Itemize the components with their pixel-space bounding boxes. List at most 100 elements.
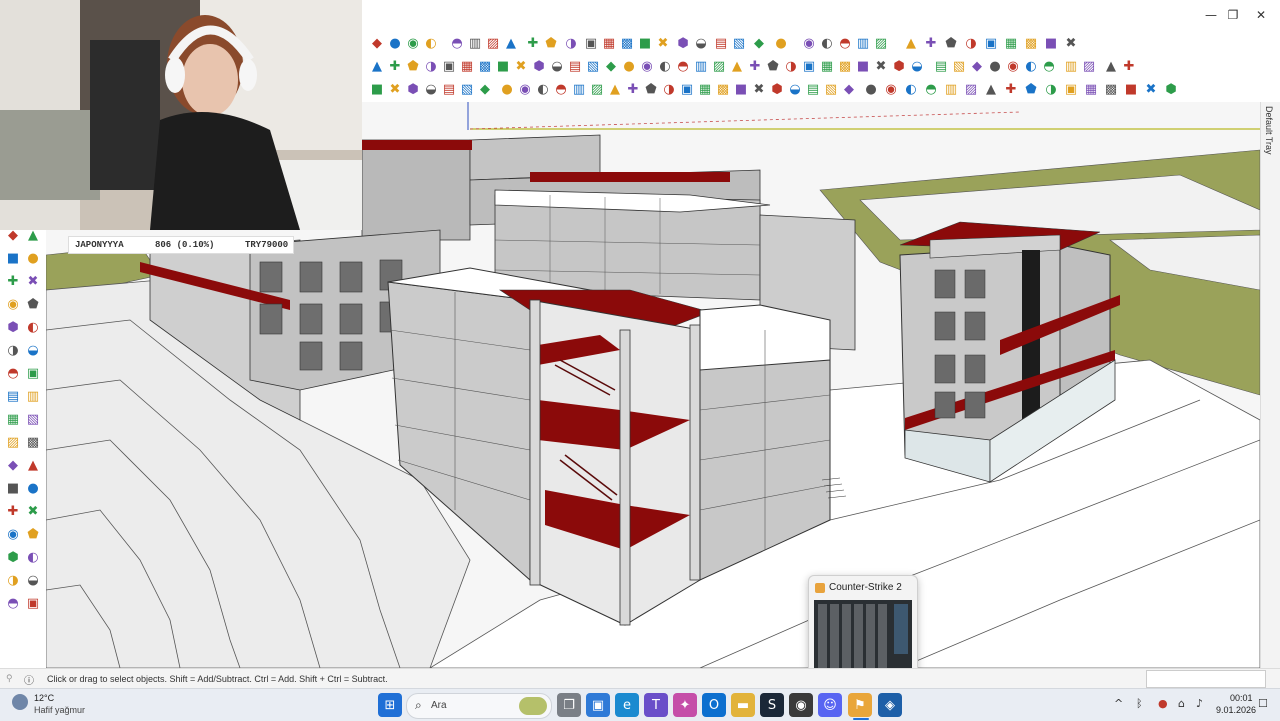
bluetooth-icon[interactable]: ᛒ [1136,697,1143,710]
toolbar-tool-icon[interactable]: ◐ [534,80,552,98]
toolbar-tool-icon[interactable]: ◆ [476,80,494,98]
palette-tool-icon[interactable]: ◓ [4,594,22,612]
toolbar-tool-icon[interactable]: ▤ [566,57,584,75]
toolbar-tool-icon[interactable]: ■ [494,57,512,75]
toolbar-tool-icon[interactable]: ✖ [750,80,768,98]
toolbar-tool-icon[interactable]: ▦ [696,80,714,98]
toolbar-tool-icon[interactable]: ▦ [818,57,836,75]
toolbar-tool-icon[interactable]: ■ [368,80,386,98]
palette-tool-icon[interactable]: ● [24,249,42,267]
toolbar-tool-icon[interactable]: ▤ [440,80,458,98]
toolbar-tool-icon[interactable]: ◒ [786,80,804,98]
toolbar-tool-icon[interactable]: ▲ [1102,57,1120,75]
copilot-icon[interactable]: ✦ [673,693,697,717]
toolbar-tool-icon[interactable]: ● [862,80,880,98]
toolbar-tool-icon[interactable]: ⬢ [530,57,548,75]
toolbar-tool-icon[interactable]: ◉ [1004,57,1022,75]
taskbar-preview-counter-strike[interactable]: Counter-Strike 2 [808,575,918,681]
edge-icon[interactable]: e [615,693,639,717]
toolbar-tool-icon[interactable]: ◆ [368,34,386,52]
palette-tool-icon[interactable]: ▧ [24,410,42,428]
palette-tool-icon[interactable]: ◐ [24,548,42,566]
toolbar-tool-icon[interactable]: ▲ [368,57,386,75]
toolbar-tool-icon[interactable]: ▣ [982,34,1000,52]
steam-icon[interactable]: S [760,693,784,717]
toolbar-tool-icon[interactable]: ⬟ [404,57,422,75]
toolbar-tool-icon[interactable]: ◉ [516,80,534,98]
palette-tool-icon[interactable]: ⬟ [24,525,42,543]
palette-tool-icon[interactable]: ▲ [24,456,42,474]
toolbar-tool-icon[interactable]: ◒ [692,34,710,52]
toolbar-tool-icon[interactable]: ✖ [386,80,404,98]
toolbar-tool-icon[interactable]: ▩ [714,80,732,98]
palette-tool-icon[interactable]: ⬢ [4,548,22,566]
toolbar-tool-icon[interactable]: ● [620,57,638,75]
palette-tool-icon[interactable]: ✖ [24,272,42,290]
palette-tool-icon[interactable]: ■ [4,479,22,497]
toolbar-tool-icon[interactable]: ▦ [600,34,618,52]
toolbar-tool-icon[interactable]: ✚ [746,57,764,75]
toolbar-tool-icon[interactable]: ◐ [902,80,920,98]
toolbar-tool-icon[interactable]: ▧ [584,57,602,75]
toolbar-tool-icon[interactable]: ✖ [512,57,530,75]
palette-tool-icon[interactable]: ✖ [24,502,42,520]
toolbar-tool-icon[interactable]: ✚ [1120,57,1138,75]
toolbar-tool-icon[interactable]: ◑ [422,57,440,75]
toolbar-tool-icon[interactable]: ▲ [502,34,520,52]
palette-tool-icon[interactable]: ● [24,479,42,497]
search-box[interactable]: ⌕ Ara [406,693,552,719]
toolbar-tool-icon[interactable]: ▤ [712,34,730,52]
toolbar-tool-icon[interactable]: ◆ [750,34,768,52]
palette-tool-icon[interactable]: ▨ [4,433,22,451]
toolbar-tool-icon[interactable]: ✚ [1002,80,1020,98]
start-button[interactable]: ⊞ [378,693,402,717]
palette-tool-icon[interactable]: ◆ [4,456,22,474]
toolbar-tool-icon[interactable]: ◑ [562,34,580,52]
toolbar-tool-icon[interactable]: ▲ [902,34,920,52]
toolbar-tool-icon[interactable]: ● [772,34,790,52]
palette-tool-icon[interactable]: ◑ [4,571,22,589]
palette-tool-icon[interactable]: ■ [4,249,22,267]
toolbar-tool-icon[interactable]: ◓ [922,80,940,98]
toolbar-tool-icon[interactable]: ◐ [422,34,440,52]
toolbar-tool-icon[interactable]: ✖ [1062,34,1080,52]
palette-tool-icon[interactable]: ◉ [4,525,22,543]
notification-icon[interactable]: ☐ [1258,697,1268,710]
toolbar-tool-icon[interactable]: ▨ [710,57,728,75]
close-icon[interactable]: ✕ [1238,0,1280,30]
toolbar-tool-icon[interactable]: ▨ [1080,57,1098,75]
toolbar-tool-icon[interactable]: ▧ [730,34,748,52]
toolbar-tool-icon[interactable]: ▩ [836,57,854,75]
palette-tool-icon[interactable]: ✚ [4,272,22,290]
palette-tool-icon[interactable]: ◒ [24,571,42,589]
toolbar-tool-icon[interactable]: ▥ [942,80,960,98]
volume-icon[interactable]: ♪ [1196,697,1203,710]
measurements-box[interactable] [1146,670,1266,688]
toolbar-tool-icon[interactable]: ▧ [950,57,968,75]
toolbar-tool-icon[interactable]: ✚ [524,34,542,52]
toolbar-tool-icon[interactable]: ✚ [624,80,642,98]
toolbar-tool-icon[interactable]: ◉ [800,34,818,52]
info-icon[interactable]: ⓘ [24,672,34,687]
toolbar-tool-icon[interactable]: ◒ [422,80,440,98]
palette-tool-icon[interactable]: ⬟ [24,295,42,313]
toolbar-tool-icon[interactable]: ▩ [476,57,494,75]
task-view-icon[interactable]: ❐ [557,693,581,717]
toolbar-tool-icon[interactable]: ■ [636,34,654,52]
store-icon[interactable]: ▣ [586,693,610,717]
toolbar-tool-icon[interactable]: ▤ [804,80,822,98]
toolbar-tool-icon[interactable]: ⬢ [768,80,786,98]
toolbar-tool-icon[interactable]: ■ [1042,34,1060,52]
teams-icon[interactable]: T [644,693,668,717]
toolbar-tool-icon[interactable]: ▩ [1102,80,1120,98]
toolbar-tool-icon[interactable]: ◑ [782,57,800,75]
toolbar-tool-icon[interactable]: ▨ [872,34,890,52]
toolbar-tool-icon[interactable]: ◆ [602,57,620,75]
toolbar-tool-icon[interactable]: ● [386,34,404,52]
weather-icon[interactable] [12,694,28,710]
toolbar-tool-icon[interactable]: ▣ [678,80,696,98]
toolbar-tool-icon[interactable]: ⬢ [1162,80,1180,98]
palette-tool-icon[interactable]: ▣ [24,364,42,382]
toolbar-tool-icon[interactable]: ▩ [618,34,636,52]
toolbar-tool-icon[interactable]: ▲ [606,80,624,98]
